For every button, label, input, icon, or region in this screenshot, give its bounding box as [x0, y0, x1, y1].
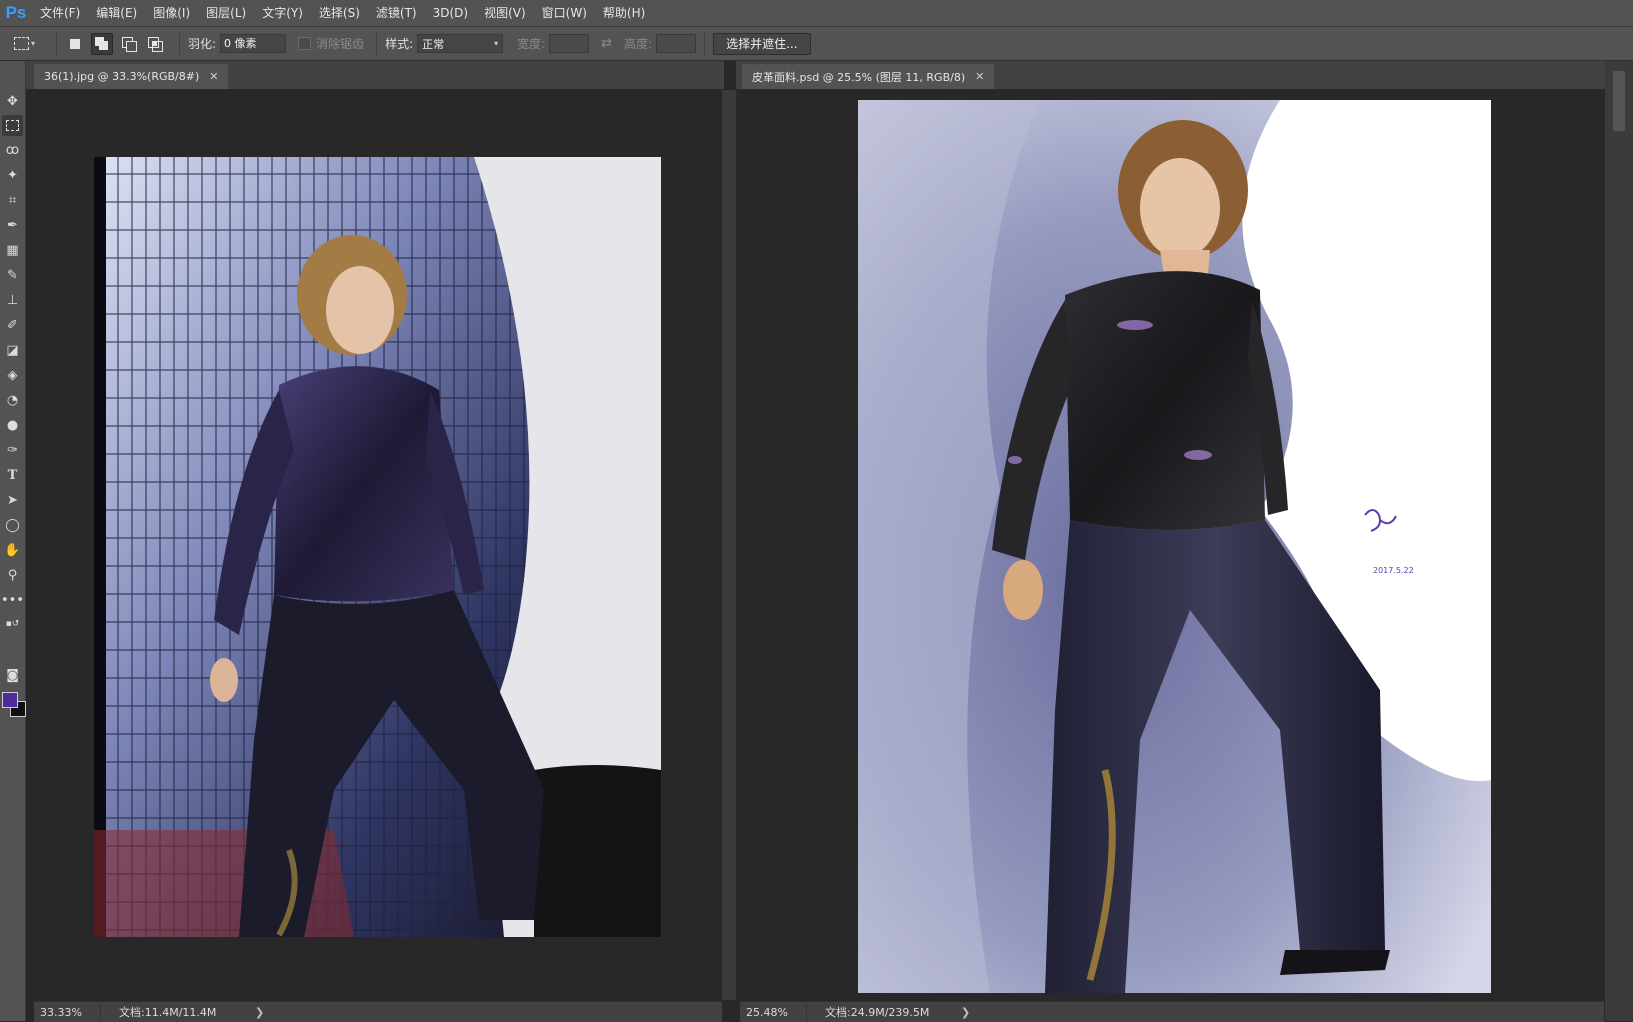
- menu-window[interactable]: 窗口(W): [534, 0, 595, 26]
- default-colors-icon[interactable]: ▪↺: [2, 613, 23, 634]
- intersect-selection-button[interactable]: [145, 34, 165, 54]
- divider: [704, 32, 706, 55]
- path-selection-tool-icon[interactable]: ➤: [2, 490, 23, 511]
- document-info: 文档:11.4M/11.4M: [119, 1006, 217, 1019]
- antialias-label: 消除锯齿: [316, 37, 365, 51]
- width-label: 宽度:: [517, 37, 546, 51]
- zoom-level[interactable]: 33.33%: [34, 1002, 101, 1022]
- rectangular-marquee-icon: [14, 37, 29, 50]
- left-status-bar: 33.33% 文档:11.4M/11.4M ❯: [34, 1001, 722, 1022]
- new-selection-button[interactable]: [65, 34, 85, 54]
- tab-title: 皮革面料.psd @ 25.5% (图层 11, RGB/8): [752, 70, 966, 84]
- chevron-down-icon: ▾: [31, 39, 36, 48]
- right-side-panel-strip: [1605, 61, 1633, 1021]
- healing-brush-tool-icon[interactable]: ▦: [2, 240, 23, 261]
- left-tab-bar: 36(1).jpg @ 33.3%(RGB/8#) ✕: [26, 61, 724, 90]
- menu-layer[interactable]: 图层(L): [198, 0, 254, 26]
- pen-tool-icon[interactable]: ✑: [2, 440, 23, 461]
- menu-view[interactable]: 视图(V): [476, 0, 534, 26]
- menu-edit[interactable]: 编辑(E): [88, 0, 145, 26]
- menu-select[interactable]: 选择(S): [311, 0, 368, 26]
- chevron-right-icon[interactable]: ❯: [961, 1006, 970, 1019]
- zoom-tool-icon[interactable]: ⚲: [2, 565, 23, 586]
- menu-3d[interactable]: 3D(D): [425, 0, 476, 26]
- close-icon[interactable]: ✕: [975, 70, 984, 83]
- menu-filter[interactable]: 滤镜(T): [368, 0, 425, 26]
- style-select[interactable]: 正常 ▾: [417, 34, 504, 53]
- panel-splitter[interactable]: [722, 90, 736, 1000]
- blur-tool-icon[interactable]: ◔: [2, 390, 23, 411]
- subtract-selection-button[interactable]: [119, 34, 139, 54]
- divider: [179, 32, 180, 55]
- eyedropper-tool-icon[interactable]: ✒: [2, 215, 23, 236]
- clone-stamp-tool-icon[interactable]: ⊥: [2, 290, 23, 311]
- divider: [56, 32, 57, 55]
- zoom-level[interactable]: 25.48%: [740, 1002, 807, 1022]
- menu-file[interactable]: 文件(F): [32, 0, 88, 26]
- quick-mask-icon[interactable]: ◙: [2, 665, 23, 686]
- photoshop-logo: Ps: [5, 3, 27, 22]
- hand-tool-icon[interactable]: ✋: [2, 540, 23, 561]
- options-bar: ▾ 羽化: 0 像素 消除锯齿 样式: 正常 ▾ 宽度: ⇄ 高度: 选择并遮住…: [0, 27, 1633, 61]
- chevron-right-icon[interactable]: ❯: [255, 1006, 264, 1019]
- tab-document-1[interactable]: 36(1).jpg @ 33.3%(RGB/8#) ✕: [34, 64, 229, 89]
- more-tools-icon[interactable]: •••: [1, 590, 24, 611]
- paint-bucket-tool-icon[interactable]: ◈: [2, 365, 23, 386]
- feather-label: 羽化:: [188, 37, 217, 51]
- marquee-tool-icon[interactable]: [2, 115, 23, 136]
- antialias-checkbox[interactable]: [298, 37, 312, 50]
- tools-panel: ✥ ꝏ ✦ ⌗ ✒ ▦ ✎ ⊥ ✐ ◪ ◈ ◔ ● ✑ T ➤ ◯ ✋ ⚲ ••…: [0, 61, 26, 1021]
- right-canvas-area[interactable]: 2017.5.22: [740, 90, 1604, 1000]
- fashion-illustration-artwork: 2017.5.22: [858, 100, 1491, 993]
- brush-tool-icon[interactable]: ✎: [2, 265, 23, 286]
- ellipse-tool-icon[interactable]: ◯: [2, 515, 23, 536]
- right-status-bar: 25.48% 文档:24.9M/239.5M ❯: [740, 1001, 1604, 1022]
- add-to-selection-button[interactable]: [91, 32, 113, 55]
- add-selection-icon: [95, 36, 109, 51]
- scrollbar-thumb[interactable]: [1613, 71, 1625, 131]
- subtract-selection-icon: [122, 36, 137, 52]
- divider: [376, 32, 378, 55]
- photo-reference-image: [94, 157, 661, 937]
- menu-help[interactable]: 帮助(H): [595, 0, 653, 26]
- style-label: 样式:: [385, 37, 414, 51]
- eraser-tool-icon[interactable]: ◪: [2, 340, 23, 361]
- tool-preset-picker[interactable]: ▾: [14, 34, 48, 54]
- height-input[interactable]: [656, 34, 697, 53]
- menu-type[interactable]: 文字(Y): [254, 0, 311, 26]
- feather-input[interactable]: 0 像素: [220, 34, 287, 53]
- close-icon[interactable]: ✕: [209, 70, 218, 83]
- crop-tool-icon[interactable]: ⌗: [2, 190, 23, 211]
- swap-dimensions-icon[interactable]: ⇄: [601, 36, 612, 51]
- document-info: 文档:24.9M/239.5M: [825, 1006, 930, 1019]
- foreground-color-swatch[interactable]: [2, 692, 18, 708]
- magic-wand-tool-icon[interactable]: ✦: [2, 165, 23, 186]
- left-canvas-area[interactable]: [34, 90, 722, 1000]
- move-tool-icon[interactable]: ✥: [2, 91, 23, 112]
- height-label: 高度:: [624, 37, 653, 51]
- dodge-tool-icon[interactable]: ●: [2, 415, 23, 436]
- menu-image[interactable]: 图像(I): [145, 0, 198, 26]
- type-tool-icon[interactable]: T: [2, 465, 23, 486]
- style-value: 正常: [422, 37, 445, 51]
- new-selection-icon: [70, 38, 80, 49]
- chevron-down-icon: ▾: [494, 39, 499, 48]
- intersect-selection-icon: [148, 36, 163, 52]
- history-brush-tool-icon[interactable]: ✐: [2, 315, 23, 336]
- tab-title: 36(1).jpg @ 33.3%(RGB/8#): [44, 70, 200, 83]
- signature-date: 2017.5.22: [1373, 566, 1414, 575]
- lasso-tool-icon[interactable]: ꝏ: [2, 140, 23, 161]
- select-and-mask-button[interactable]: 选择并遮住...: [713, 32, 811, 55]
- tab-document-2[interactable]: 皮革面料.psd @ 25.5% (图层 11, RGB/8) ✕: [742, 64, 995, 89]
- right-tab-bar: 皮革面料.psd @ 25.5% (图层 11, RGB/8) ✕: [736, 61, 1605, 90]
- menu-bar: Ps 文件(F) 编辑(E) 图像(I) 图层(L) 文字(Y) 选择(S) 滤…: [0, 0, 1633, 27]
- width-input[interactable]: [549, 34, 590, 53]
